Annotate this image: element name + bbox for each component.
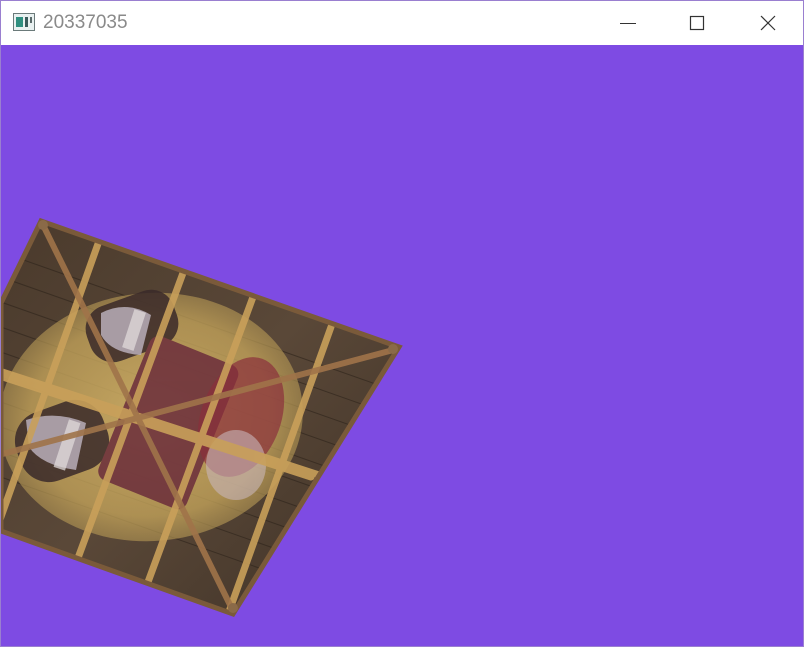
close-button[interactable] [745,1,791,45]
close-icon [760,15,776,31]
app-window: 20337035 [0,0,804,647]
render-viewport[interactable] [1,45,803,646]
maximize-button[interactable] [674,1,720,45]
minimize-button[interactable] [605,1,651,45]
minimize-icon [620,23,636,24]
rendered-scene [1,217,403,618]
maximize-icon [689,15,705,31]
window-title: 20337035 [43,12,128,33]
title-bar[interactable]: 20337035 [1,1,803,45]
app-icon [13,13,35,31]
